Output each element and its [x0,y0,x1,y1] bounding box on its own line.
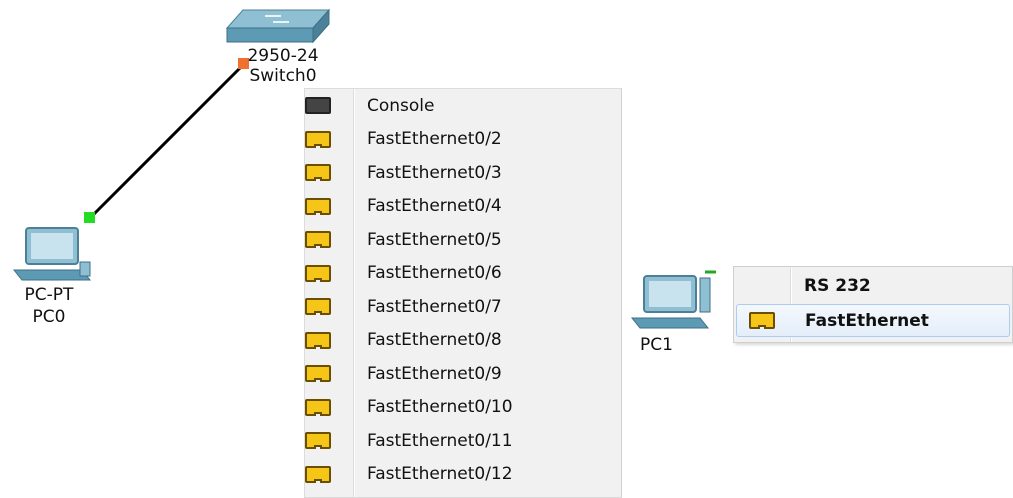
switch-model-label: 2950-24 [247,46,319,66]
menu-item-fastethernet0-9[interactable]: FastEthernet0/9 [305,357,621,390]
menu-item-label: FastEthernet0/6 [367,263,502,283]
menu-item-fastethernet0-8[interactable]: FastEthernet0/8 [305,324,621,357]
menu-item-fastethernet[interactable]: FastEthernet [736,304,1010,337]
ethernet-port-icon [305,231,331,248]
menu-item-label: FastEthernet0/2 [367,129,502,149]
menu-item-fastethernet0-11[interactable]: FastEthernet0/11 [305,424,621,457]
ethernet-port-icon [305,398,331,416]
pc0-model-label: PC-PT [24,285,74,305]
menu-item-label: FastEthernet0/3 [367,162,502,183]
ethernet-port-icon [305,298,331,315]
ethernet-port-icon [305,331,331,349]
menu-item-label: RS 232 [804,276,871,296]
menu-item-label: FastEthernet [805,311,929,331]
menu-item-fastethernet0-10[interactable]: FastEthernet0/10 [305,391,621,424]
menu-item-fastethernet0-7[interactable]: FastEthernet0/7 [305,290,621,323]
menu-item-console[interactable]: Console [305,89,621,122]
menu-item-label: FastEthernet0/12 [367,464,513,484]
ethernet-port-icon [749,312,775,329]
menu-item-fastethernet0-12[interactable]: FastEthernet0/12 [305,458,621,491]
straight-through-cable[interactable] [88,62,246,220]
ethernet-port-icon [305,264,331,282]
ethernet-port-icon [305,365,331,382]
menu-item-label: FastEthernet0/4 [367,196,502,216]
menu-item-label: FastEthernet0/10 [367,397,513,417]
switch0-device[interactable]: 2950-24 Switch0 [225,8,331,88]
menu-item-label: FastEthernet0/8 [367,330,502,350]
ethernet-port-icon [305,164,331,181]
ethernet-port-icon [305,432,331,449]
pc0-name-label: PC0 [32,307,66,327]
ethernet-port-icon [305,465,331,483]
switch-icon [225,8,331,44]
menu-item-fastethernet0-6[interactable]: FastEthernet0/6 [305,257,621,290]
console-port-icon [305,97,331,114]
pc0-device[interactable]: PC-PT PC0 [6,222,106,332]
pc1-device[interactable]: PC1 [630,270,730,360]
menu-item-fastethernet0-2[interactable]: FastEthernet0/2 [305,123,621,156]
menu-item-fastethernet0-5[interactable]: FastEthernet0/5 [305,223,621,256]
pc-icon [630,275,711,329]
switch-port-menu: Console FastEthernet0/2 FastEthernet0/3 … [304,88,622,498]
menu-item-label: FastEthernet0/9 [367,363,502,384]
pc1-port-menu: RS 232 FastEthernet [733,266,1013,343]
menu-item-fastethernet0-4[interactable]: FastEthernet0/4 [305,190,621,223]
menu-item-fastethernet0-3[interactable]: FastEthernet0/3 [305,156,621,189]
switch-name-label: Switch0 [249,66,317,86]
menu-item-rs232[interactable]: RS 232 [736,270,1010,303]
menu-item-label: FastEthernet0/11 [367,430,513,451]
menu-item-label: Console [367,95,435,116]
menu-item-label: FastEthernet0/7 [367,296,502,317]
ethernet-port-icon [305,197,331,215]
menu-item-label: FastEthernet0/5 [367,229,502,250]
ethernet-port-icon [305,130,331,148]
pc1-name-label: PC1 [640,335,673,355]
pc-icon [12,227,92,281]
